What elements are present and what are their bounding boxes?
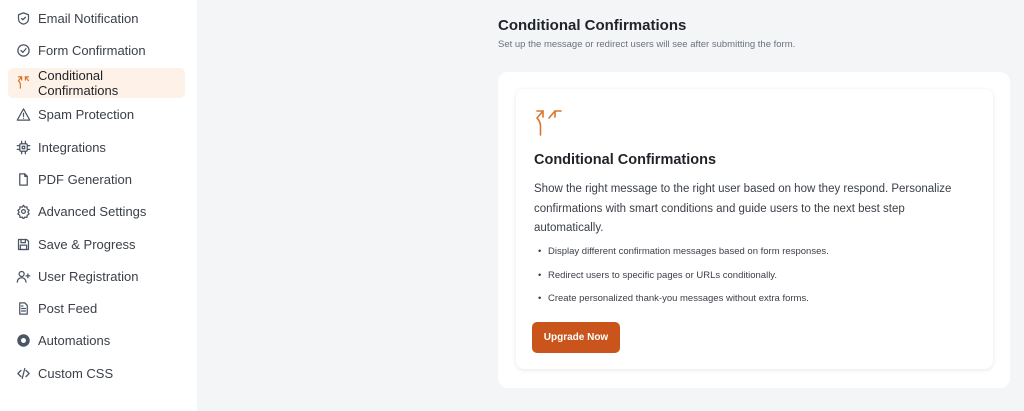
list-item: • Create personalized thank-you messages … xyxy=(538,292,829,316)
list-item: • Display different confirmation messages… xyxy=(538,245,829,269)
sidebar-item-label: Integrations xyxy=(38,139,106,155)
sidebar-item-automations[interactable]: Automations xyxy=(8,326,185,356)
chip-icon xyxy=(15,139,31,155)
card-title: Conditional Confirmations xyxy=(534,152,717,168)
sidebar-item-advanced-settings[interactable]: Advanced Settings xyxy=(8,197,185,227)
sidebar-item-label: Email Notification xyxy=(38,10,139,26)
list-item-text: Create personalized thank-you messages w… xyxy=(548,293,809,304)
gear-icon xyxy=(15,204,31,220)
main-content: Conditional Confirmations Set up the mes… xyxy=(197,0,1024,411)
floppy-disk-icon xyxy=(15,236,31,252)
shield-check-icon xyxy=(15,10,31,26)
sidebar-item-label: Custom CSS xyxy=(38,365,114,381)
sidebar-item-label: Conditional Confirmations xyxy=(38,67,119,98)
branch-split-icon xyxy=(15,75,31,91)
sidebar-item-user-registration[interactable]: User Registration xyxy=(8,261,185,291)
sidebar-item-save-progress[interactable]: Save & Progress xyxy=(8,229,185,259)
upgrade-now-button[interactable]: Upgrade Now xyxy=(532,322,620,353)
sidebar-item-spam-protection[interactable]: Spam Protection xyxy=(8,100,185,130)
post-icon xyxy=(15,301,31,317)
page-title: Conditional Confirmations xyxy=(498,17,687,34)
warning-triangle-icon xyxy=(15,107,31,123)
sidebar-item-custom-css[interactable]: Custom CSS xyxy=(8,358,185,388)
list-item-text: Display different confirmation messages … xyxy=(548,246,829,257)
automation-icon xyxy=(15,333,31,349)
sidebar-item-form-confirmation[interactable]: Form Confirmation xyxy=(8,35,185,65)
sidebar-item-conditional-confirmations[interactable]: Conditional Confirmations xyxy=(8,67,185,98)
document-icon xyxy=(15,171,31,187)
feature-list: • Display different confirmation messages… xyxy=(538,245,829,316)
code-icon xyxy=(15,365,31,381)
sidebar-item-pdf-generation[interactable]: PDF Generation xyxy=(8,164,185,194)
page-subtitle: Set up the message or redirect users wil… xyxy=(498,39,796,50)
upgrade-card: Conditional Confirmations Show the right… xyxy=(516,89,993,369)
settings-panel: Conditional Confirmations Show the right… xyxy=(498,72,1010,388)
sidebar-item-label: Post Feed xyxy=(38,301,98,317)
sidebar-item-post-feed[interactable]: Post Feed xyxy=(8,294,185,324)
sidebar-item-label: Form Confirmation xyxy=(38,42,146,58)
branch-split-icon xyxy=(534,107,564,137)
card-description: Show the right message to the right user… xyxy=(534,183,952,234)
sidebar-item-integrations[interactable]: Integrations xyxy=(8,132,185,162)
sidebar-item-label: Automations xyxy=(38,333,111,349)
sidebar-item-label: Spam Protection xyxy=(38,107,135,123)
sidebar: Email Notification Form Confirmation Con… xyxy=(0,0,197,411)
sidebar-item-label: PDF Generation xyxy=(38,171,132,187)
circle-check-icon xyxy=(15,42,31,58)
sidebar-item-label: User Registration xyxy=(38,268,139,284)
sidebar-item-label: Save & Progress xyxy=(38,236,136,252)
list-item: • Redirect users to specific pages or URL… xyxy=(538,269,829,293)
user-plus-icon xyxy=(15,268,31,284)
sidebar-item-label: Advanced Settings xyxy=(38,204,147,220)
sidebar-item-email-notification[interactable]: Email Notification xyxy=(8,3,185,33)
list-item-text: Redirect users to specific pages or URLs… xyxy=(548,269,777,281)
